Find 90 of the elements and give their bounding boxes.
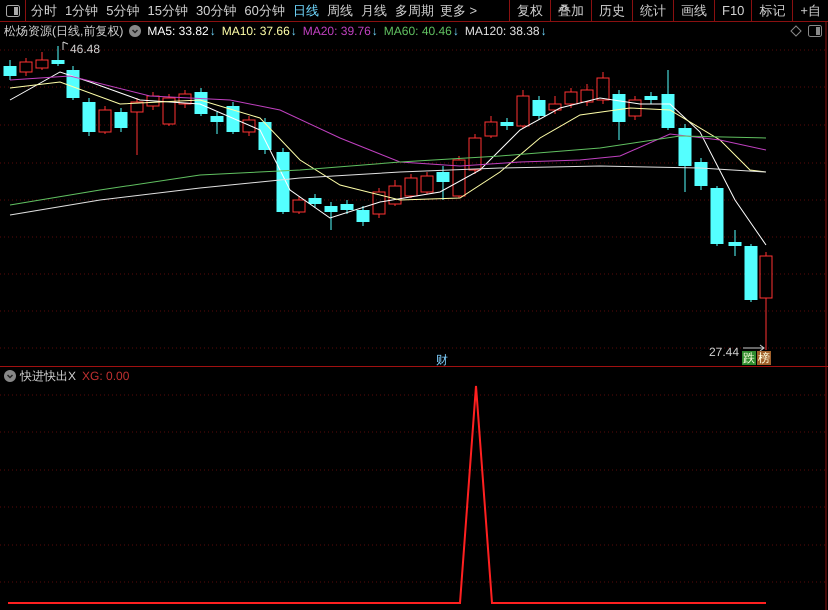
- low-arrow-icon: [742, 344, 765, 352]
- dropdown-icon[interactable]: [129, 25, 142, 37]
- ma-value: MA20: 39.76: [302, 23, 371, 40]
- candlestick: [436, 166, 450, 200]
- high-price-label: 46.48: [70, 41, 100, 58]
- candlestick: [564, 88, 578, 108]
- candlestick: [744, 244, 758, 302]
- more-menu[interactable]: 更多 >: [440, 0, 478, 21]
- candlestick: [162, 94, 176, 126]
- candlestick: [210, 112, 224, 134]
- candlestick: [644, 92, 658, 104]
- candlestick: [66, 66, 80, 100]
- period-tab[interactable]: 15分钟: [147, 0, 188, 20]
- event-badge[interactable]: 财: [436, 351, 448, 369]
- candlestick: [146, 92, 160, 110]
- period-tab[interactable]: 60分钟: [244, 0, 285, 20]
- period-tab[interactable]: 1分钟: [65, 0, 98, 20]
- period-tab[interactable]: 日线: [292, 0, 319, 20]
- candlestick: [628, 96, 642, 120]
- candlestick: [694, 158, 708, 190]
- candlestick: [52, 46, 64, 66]
- high-pointer-icon: [62, 42, 68, 50]
- candlestick: [548, 96, 562, 114]
- stock-title: 松炀资源(日线,前复权): [4, 23, 124, 40]
- candlestick: [4, 60, 16, 80]
- toolbar-button[interactable]: 画线: [673, 0, 714, 21]
- period-tab[interactable]: 月线: [360, 0, 387, 20]
- indicator-name: 快进快出X: [20, 368, 76, 385]
- candlestick: [662, 70, 674, 130]
- candlestick: [356, 206, 370, 226]
- trend-arrow: ↓: [372, 23, 378, 40]
- candlestick: [258, 118, 272, 154]
- trend-arrow: ↓: [210, 23, 216, 40]
- candlestick: [324, 202, 338, 230]
- toolbar-button[interactable]: +自: [792, 0, 828, 21]
- toolbar-button[interactable]: F10: [714, 0, 752, 21]
- panel-toggle-icon[interactable]: [808, 25, 822, 37]
- candlestick: [532, 96, 546, 120]
- period-tab[interactable]: 5分钟: [106, 0, 140, 20]
- candlestick: [484, 116, 498, 138]
- candlestick: [82, 98, 96, 136]
- candlestick: [308, 194, 322, 208]
- dropdown-icon[interactable]: [4, 370, 16, 382]
- candlestick: [612, 90, 626, 140]
- toolbar-button[interactable]: 叠加: [550, 0, 591, 21]
- ma-value: MA5: 33.82: [147, 23, 209, 40]
- candlestick: [98, 106, 112, 134]
- candlestick: [130, 98, 144, 156]
- period-tab[interactable]: 分时: [31, 0, 57, 20]
- candlestick: [580, 84, 594, 106]
- candlestick: [226, 102, 240, 134]
- candlestick: [292, 196, 306, 214]
- period-tab[interactable]: 30分钟: [196, 0, 236, 20]
- period-tab[interactable]: 周线: [326, 0, 353, 20]
- candlestick: [596, 72, 610, 104]
- candlestick: [340, 200, 354, 214]
- candlestick: [114, 108, 128, 132]
- indicator-value: XG: 0.00: [82, 368, 130, 385]
- toolbar-button[interactable]: 历史: [591, 0, 632, 21]
- trend-arrow: ↓: [290, 23, 297, 40]
- toolbar-button[interactable]: 复权: [509, 0, 550, 21]
- ma-value: MA60: 40.46: [384, 23, 452, 40]
- toolbar-button[interactable]: 统计: [632, 0, 673, 21]
- candlestick: [178, 90, 192, 108]
- candlestick: [710, 186, 724, 246]
- candlestick: [468, 134, 482, 174]
- candlestick: [500, 118, 514, 130]
- candlestick: [404, 174, 418, 198]
- low-price-label: 27.44: [709, 344, 740, 361]
- candlestick: [388, 180, 402, 206]
- candlestick: [678, 124, 692, 192]
- diamond-icon[interactable]: [790, 25, 802, 37]
- trend-arrow: ↓: [452, 23, 459, 40]
- candlestick: [20, 58, 32, 76]
- signal-badge[interactable]: 跌: [742, 351, 756, 365]
- candlestick: [276, 148, 290, 214]
- candlestick: [452, 156, 466, 198]
- ma-value: MA10: 37.66: [222, 23, 290, 40]
- candlestick: [36, 52, 48, 70]
- trend-arrow: ↓: [540, 23, 547, 40]
- candlestick: [516, 90, 530, 128]
- candlestick: [242, 116, 256, 136]
- signal-badge[interactable]: 榜: [757, 351, 771, 365]
- toolbar-button[interactable]: 标记: [751, 0, 792, 21]
- candlestick: [728, 230, 742, 256]
- panel-toggle-icon[interactable]: [6, 4, 20, 16]
- candlestick: [420, 172, 434, 194]
- candlestick: [372, 188, 386, 218]
- ma-value: MA120: 38.38: [464, 23, 540, 40]
- period-tab[interactable]: 多周期: [394, 0, 434, 20]
